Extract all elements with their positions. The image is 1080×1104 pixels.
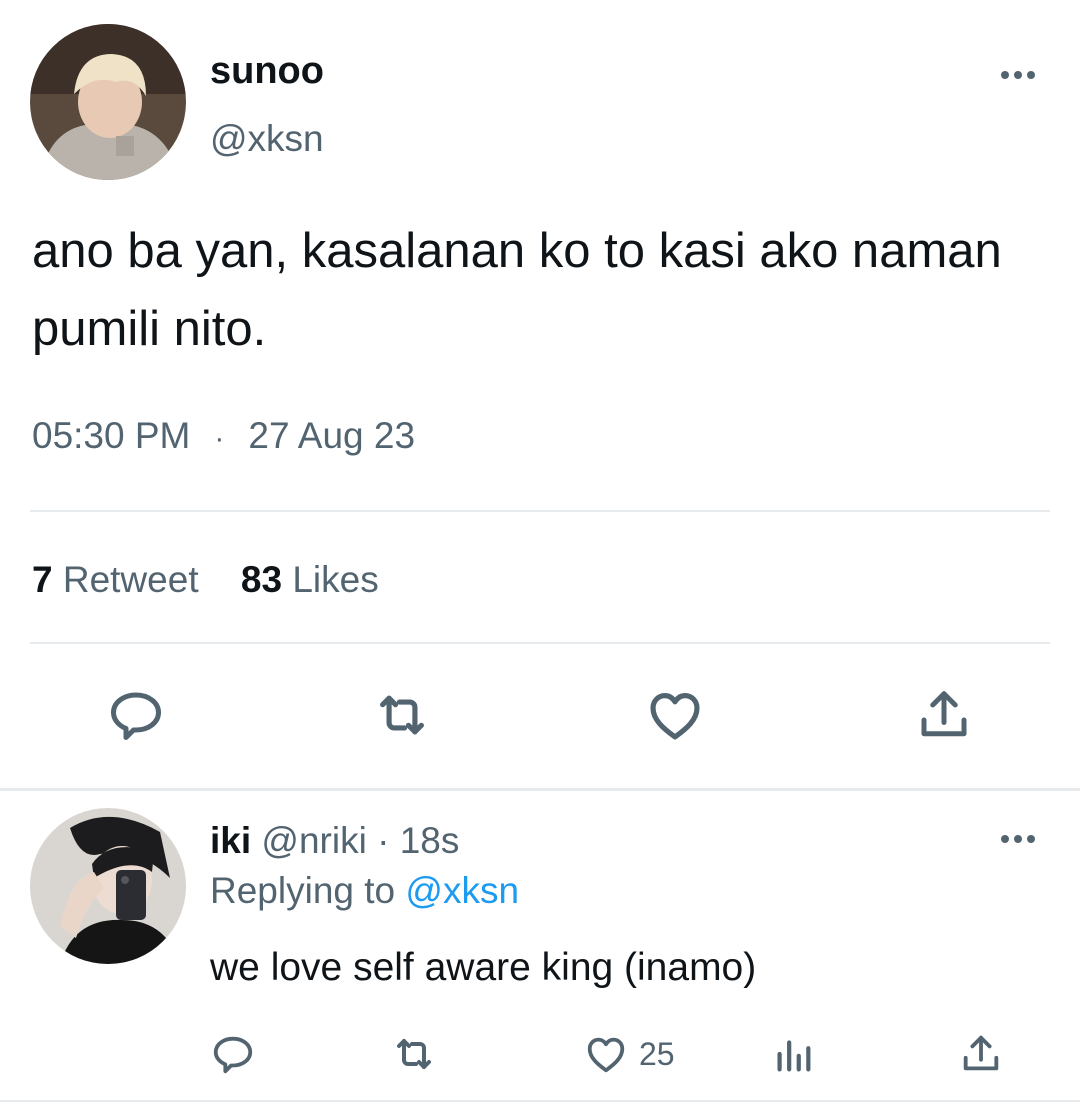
likes-label: Likes (292, 559, 379, 600)
replying-to: Replying to @xksn (210, 868, 519, 914)
reply-like-count: 25 (639, 1035, 675, 1072)
reply-time[interactable]: 18s (400, 820, 460, 861)
heart-icon (650, 693, 700, 740)
replying-prefix: Replying to (210, 870, 396, 911)
reply-bubble-icon (213, 1036, 253, 1074)
tweet-text: ano ba yan, kasalanan ko to kasi ako nam… (32, 224, 1002, 356)
tweet-date[interactable]: 27 Aug 23 (248, 415, 415, 456)
retweet-icon (397, 1039, 431, 1069)
share-icon (963, 1035, 999, 1071)
heart-icon (587, 1037, 625, 1073)
more-options-icon[interactable] (988, 60, 1048, 90)
reply-author-name[interactable]: iki (210, 820, 251, 861)
reply-reply-button[interactable] (210, 1030, 256, 1078)
reply-bubble-icon (111, 692, 161, 740)
share-icon (921, 691, 967, 737)
retweet-icon (380, 695, 424, 735)
reply-retweet-button[interactable] (390, 1030, 438, 1078)
retweet-label: Retweet (62, 559, 199, 600)
like-button[interactable] (635, 680, 715, 750)
replying-mention[interactable]: @xksn (405, 870, 519, 911)
reply-like-button[interactable]: 25 (583, 1030, 675, 1078)
like-count: 83 (240, 559, 283, 600)
tweet-time[interactable]: 05:30 PM (32, 415, 190, 456)
reply-share-button[interactable] (958, 1030, 1004, 1078)
author-name[interactable]: sunoo (210, 48, 324, 94)
bottom-divider (0, 1100, 1080, 1102)
divider (30, 510, 1050, 512)
likes-stat[interactable]: 83 Likes (241, 557, 379, 603)
share-button[interactable] (904, 680, 984, 750)
reply-text: we love self aware king (inamo) (210, 946, 757, 989)
divider (30, 642, 1050, 644)
retweet-stat[interactable]: 7 Retweet (32, 557, 199, 603)
reply-separator: · (377, 820, 390, 861)
meta-separator: · (214, 422, 225, 455)
tweet-separator (0, 788, 1080, 791)
author-handle[interactable]: @xksn (210, 116, 324, 162)
reply-more-options-icon[interactable] (988, 824, 1048, 854)
reply-author-avatar[interactable] (30, 808, 186, 964)
author-avatar[interactable] (30, 24, 186, 180)
retweet-button[interactable] (362, 680, 442, 750)
reply-header: iki @nriki · 18s (210, 818, 459, 864)
reply-author-handle[interactable]: @nriki (261, 820, 366, 861)
tweet-timestamp: 05:30 PM · 27 Aug 23 (32, 412, 415, 463)
reply-button[interactable] (96, 680, 176, 750)
retweet-count: 7 (32, 559, 53, 600)
reply-analytics-button[interactable] (770, 1030, 816, 1078)
analytics-icon (777, 1040, 811, 1072)
engagement-stats: 7 Retweet 83 Likes (32, 557, 379, 603)
